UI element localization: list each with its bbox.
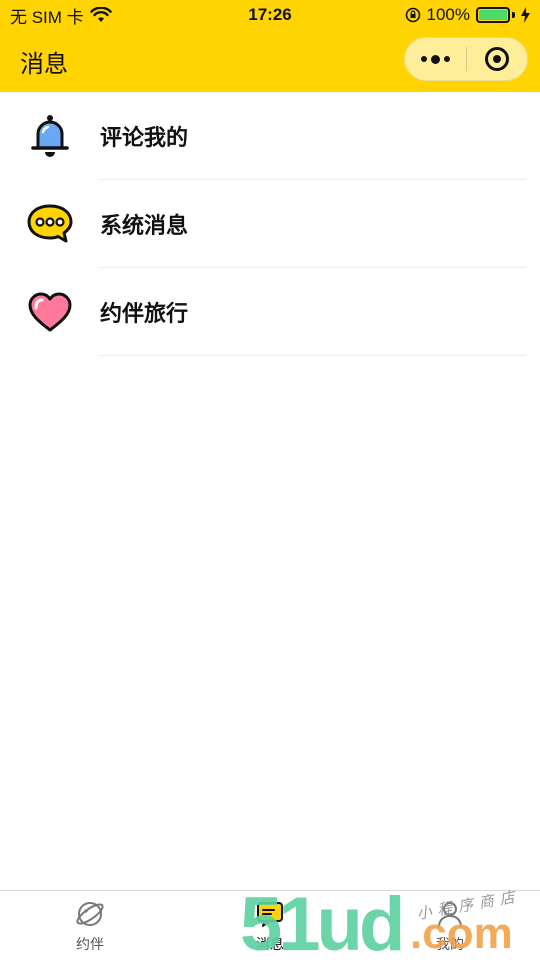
divider — [100, 355, 526, 356]
planet-icon — [76, 901, 104, 926]
close-button[interactable] — [467, 38, 528, 80]
tab-profile[interactable]: 我的 — [360, 891, 540, 960]
list-item-label: 评论我的 — [100, 125, 189, 150]
tab-messages[interactable]: 消息 — [180, 891, 360, 960]
status-left: 无 SIM 卡 — [10, 3, 112, 28]
tab-bar: 约伴 消息 我的 — [0, 890, 540, 960]
wifi-icon — [89, 7, 112, 22]
tab-label: 约伴 — [76, 935, 104, 952]
status-bar: 无 SIM 卡 17:26 100% — [0, 0, 540, 30]
user-icon — [438, 901, 462, 928]
tab-label: 消息 — [256, 935, 284, 952]
chat-bubble-icon — [0, 180, 100, 268]
more-dots-icon — [420, 54, 450, 64]
list-item-label: 系统消息 — [100, 213, 189, 238]
message-icon — [257, 901, 283, 927]
list-item-system[interactable]: 系统消息 — [0, 180, 540, 268]
battery-percent: 100% — [426, 5, 470, 24]
page-title: 消息 — [20, 50, 68, 78]
nav-bar: 消息 — [0, 30, 540, 92]
tab-companions[interactable]: 约伴 — [0, 891, 180, 960]
orientation-lock-icon — [405, 7, 420, 23]
battery-icon — [476, 7, 515, 23]
charging-icon — [521, 7, 530, 23]
target-close-icon — [484, 47, 509, 71]
heart-icon — [0, 268, 100, 356]
more-button[interactable] — [405, 38, 466, 80]
mini-program-capsule — [404, 37, 528, 81]
status-right: 100% — [405, 5, 530, 25]
list-item-comments[interactable]: 评论我的 — [0, 92, 540, 180]
bell-icon — [0, 92, 100, 180]
tab-label: 我的 — [436, 935, 464, 952]
carrier-text: 无 SIM 卡 — [10, 7, 84, 27]
list-item-travel[interactable]: 约伴旅行 — [0, 268, 540, 356]
message-list: 评论我的 系统消息 约伴旅行 — [0, 92, 540, 356]
list-item-label: 约伴旅行 — [100, 301, 189, 326]
